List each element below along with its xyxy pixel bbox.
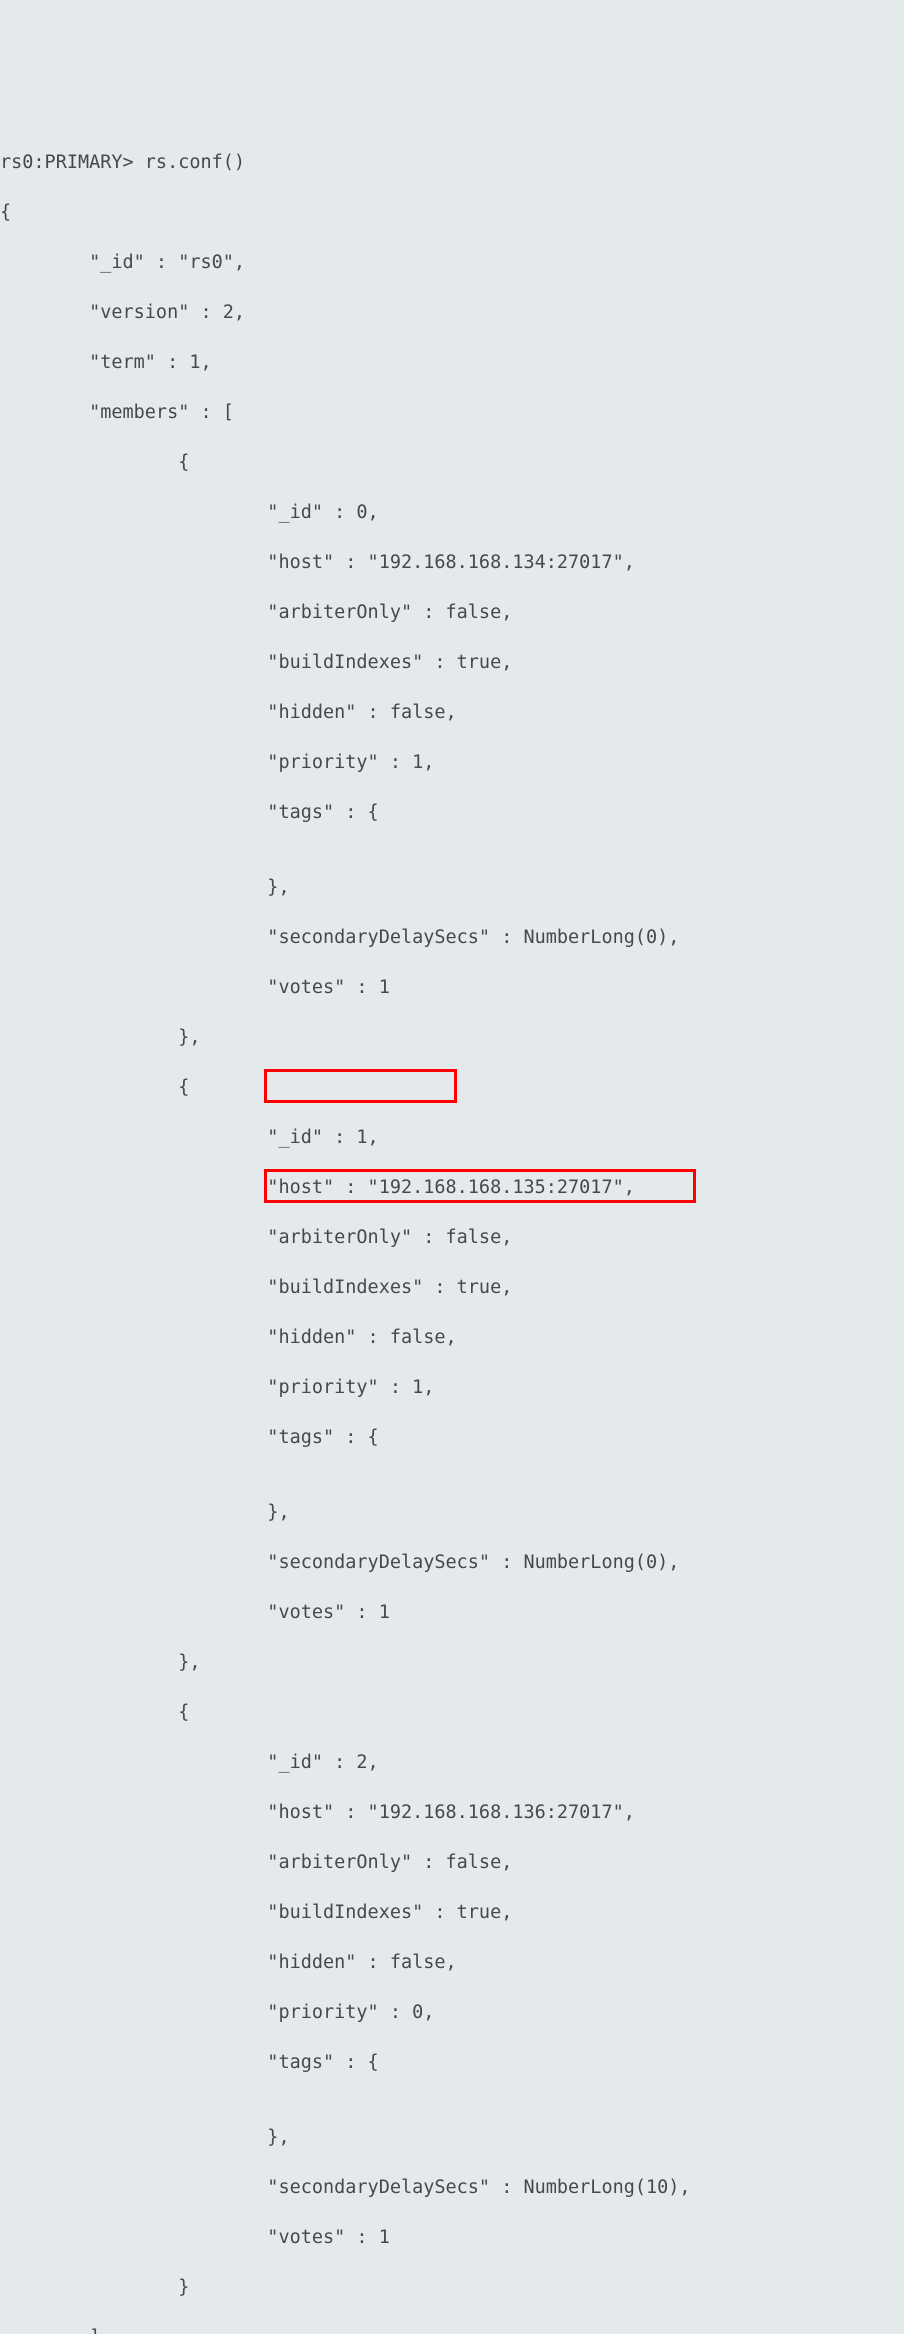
code-line: "hidden" : false, bbox=[0, 1325, 904, 1350]
code-line: "_id" : 1, bbox=[0, 1125, 904, 1150]
code-line: "priority" : 1, bbox=[0, 1375, 904, 1400]
code-line: }, bbox=[0, 1500, 904, 1525]
code-line: "version" : 2, bbox=[0, 300, 904, 325]
code-line: "tags" : { bbox=[0, 800, 904, 825]
code-line: { bbox=[0, 1700, 904, 1725]
code-line: "_id" : "rs0", bbox=[0, 250, 904, 275]
code-line: "buildIndexes" : true, bbox=[0, 650, 904, 675]
code-line: }, bbox=[0, 1650, 904, 1675]
code-line: "hidden" : false, bbox=[0, 700, 904, 725]
code-line: }, bbox=[0, 1025, 904, 1050]
code-line: "host" : "192.168.168.134:27017", bbox=[0, 550, 904, 575]
code-line: }, bbox=[0, 875, 904, 900]
code-line: "tags" : { bbox=[0, 2050, 904, 2075]
code-line: "members" : [ bbox=[0, 400, 904, 425]
code-line: "hidden" : false, bbox=[0, 1950, 904, 1975]
code-line: "_id" : 0, bbox=[0, 500, 904, 525]
code-line: "arbiterOnly" : false, bbox=[0, 600, 904, 625]
code-line: ], bbox=[0, 2325, 904, 2334]
code-line: "priority" : 0, bbox=[0, 2000, 904, 2025]
code-block: rs0:PRIMARY> rs.conf() { "_id" : "rs0", … bbox=[0, 125, 904, 2334]
code-line: "priority" : 1, bbox=[0, 750, 904, 775]
code-line: "votes" : 1 bbox=[0, 1600, 904, 1625]
code-line: "host" : "192.168.168.135:27017", bbox=[0, 1175, 904, 1200]
code-line: "host" : "192.168.168.136:27017", bbox=[0, 1800, 904, 1825]
code-line: "term" : 1, bbox=[0, 350, 904, 375]
code-line: }, bbox=[0, 2125, 904, 2150]
code-line: { bbox=[0, 200, 904, 225]
code-line: "_id" : 2, bbox=[0, 1750, 904, 1775]
code-line: "votes" : 1 bbox=[0, 975, 904, 1000]
code-line: rs0:PRIMARY> rs.conf() bbox=[0, 150, 904, 175]
code-line: "secondaryDelaySecs" : NumberLong(0), bbox=[0, 925, 904, 950]
code-line: "secondaryDelaySecs" : NumberLong(0), bbox=[0, 1550, 904, 1575]
code-line: { bbox=[0, 1075, 904, 1100]
code-line: "tags" : { bbox=[0, 1425, 904, 1450]
code-line: } bbox=[0, 2275, 904, 2300]
code-line: "votes" : 1 bbox=[0, 2225, 904, 2250]
code-line: "arbiterOnly" : false, bbox=[0, 1850, 904, 1875]
code-line: "secondaryDelaySecs" : NumberLong(10), bbox=[0, 2175, 904, 2200]
code-line: "buildIndexes" : true, bbox=[0, 1900, 904, 1925]
code-line: { bbox=[0, 450, 904, 475]
code-line: "buildIndexes" : true, bbox=[0, 1275, 904, 1300]
code-line: "arbiterOnly" : false, bbox=[0, 1225, 904, 1250]
